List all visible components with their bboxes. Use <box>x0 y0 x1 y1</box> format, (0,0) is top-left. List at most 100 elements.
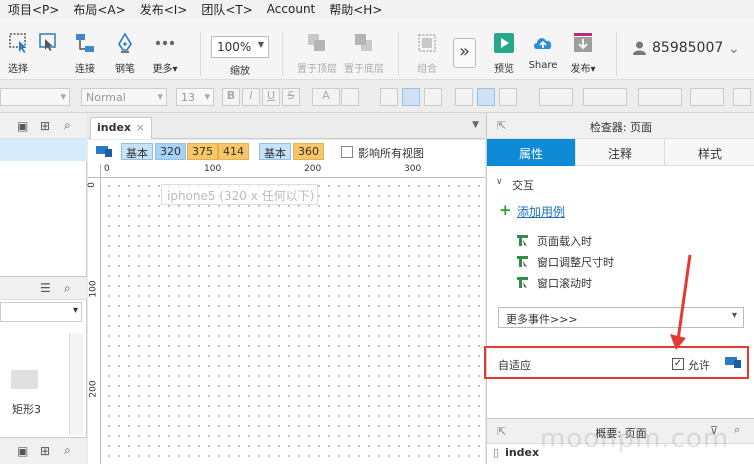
menu-bar: 项目<P> 布局<A> 发布<I> 团队<T> Account 帮助<H> <box>0 0 754 18</box>
user-account[interactable]: 85985007 <box>633 40 723 56</box>
bullet-list-button[interactable] <box>341 88 359 106</box>
zoom-label-wrap: 缩放 <box>230 66 250 77</box>
inspector-header: ⇱ 检查器: 页面 <box>487 113 754 139</box>
line-color-button[interactable] <box>638 88 682 106</box>
shadow-button[interactable] <box>583 88 627 106</box>
more-dots-icon <box>155 40 175 46</box>
outline-page-row[interactable]: ▯ index <box>493 446 539 459</box>
chevron-down-icon: ⌄ <box>728 41 740 57</box>
breakpoint-414[interactable]: 414 <box>218 143 249 160</box>
share-button[interactable]: Share <box>521 32 565 71</box>
strike-button[interactable]: S <box>282 88 300 106</box>
library-select[interactable] <box>0 302 82 322</box>
menu-layout[interactable]: 布局<A> <box>65 1 131 18</box>
adaptive-views-icon[interactable] <box>725 357 741 368</box>
bring-front-icon <box>308 34 325 51</box>
breakpoint-base[interactable]: 基本 <box>121 143 153 160</box>
tab-notes[interactable]: 注释 <box>576 139 665 166</box>
add-master-icon[interactable]: ▣ <box>17 444 28 458</box>
adaptive-label: 自适应 <box>498 359 531 372</box>
selected-page-row[interactable] <box>0 139 87 161</box>
red-annotation-arrow <box>670 254 692 350</box>
add-page-icon[interactable]: ▣ <box>17 119 28 133</box>
tab-index[interactable]: index × <box>90 117 152 139</box>
menu-publish[interactable]: 发布<I> <box>132 1 194 18</box>
font-family-select[interactable] <box>0 88 70 106</box>
more-events-select[interactable]: 更多事件>>> <box>498 307 744 328</box>
search-icon[interactable]: ⌕ <box>64 281 71 296</box>
tab-properties[interactable]: 属性 <box>487 139 576 166</box>
chevron-down-icon: ▼ <box>257 40 264 49</box>
libraries-toolbar: ☰ ⌕ <box>0 276 87 300</box>
add-folder-icon[interactable]: ⊞ <box>40 444 50 458</box>
font-style-select[interactable]: Normal <box>81 88 167 106</box>
group-button[interactable]: 组合 <box>405 32 449 75</box>
masters-toolbar: ▣ ⊞ ⌕ <box>0 437 87 464</box>
event-window-resize[interactable]: 窗口调整尺寸时 <box>516 254 614 270</box>
connector-icon <box>76 34 94 52</box>
underline-button[interactable]: U <box>262 88 280 106</box>
connect-tool[interactable]: 连接 <box>63 32 107 75</box>
ruler-corner <box>88 164 101 178</box>
search-icon[interactable]: ⌕ <box>64 443 71 458</box>
user-menu-chevron[interactable]: ⌄ <box>728 41 740 57</box>
design-canvas[interactable] <box>101 178 485 464</box>
menu-help[interactable]: 帮助<H> <box>321 1 388 18</box>
italic-button[interactable]: I <box>242 88 260 106</box>
italic-icon: I <box>249 89 253 102</box>
font-color-button[interactable]: A <box>312 88 340 106</box>
left-panel: ▣ ⊞ ⌕ ☰ ⌕ 矩形3 ▣ ⊞ ⌕ <box>0 113 87 464</box>
send-back-icon <box>355 34 372 51</box>
add-folder-icon[interactable]: ⊞ <box>40 119 50 133</box>
inspector-panel: ⇱ 检查器: 页面 属性 注释 样式 ∨ 交互 + 添加用例 页面载入时 窗口调… <box>484 113 754 464</box>
zoom-select[interactable]: 100% ▼ <box>211 36 269 58</box>
breakpoint-base-2[interactable]: 基本 <box>259 143 291 160</box>
line-width-button[interactable] <box>690 88 724 106</box>
event-window-scroll[interactable]: 窗口滚动时 <box>516 275 592 291</box>
font-size-select[interactable]: 13 <box>176 88 214 106</box>
pen-tool[interactable]: 钢笔 <box>103 32 147 75</box>
affect-all-views-checkbox[interactable] <box>341 146 353 158</box>
search-icon[interactable]: ⌕ <box>64 118 71 133</box>
menu-project[interactable]: 项目<P> <box>0 1 65 18</box>
library-scrollbar[interactable] <box>69 333 83 435</box>
add-case-link[interactable]: 添加用例 <box>517 203 565 220</box>
align-center-button[interactable] <box>402 88 420 106</box>
more-tools-button[interactable]: 更多▾ <box>143 32 187 75</box>
widget-rectangle-thumbnail[interactable] <box>11 370 38 389</box>
align-left-button[interactable] <box>380 88 398 106</box>
valign-middle-button[interactable] <box>477 88 495 106</box>
format-toolbar: Normal 13 B I U S A <box>0 80 754 113</box>
valign-top-button[interactable] <box>455 88 473 106</box>
adaptive-views-icon[interactable] <box>96 146 112 157</box>
device-size-label: iphone5 (320 x 任何以下) <box>161 184 318 205</box>
menu-icon[interactable]: ☰ <box>40 281 51 295</box>
menu-team[interactable]: 团队<T> <box>193 1 258 18</box>
publish-button[interactable]: 发布▾ <box>561 32 605 75</box>
user-icon <box>633 41 646 55</box>
search-icon[interactable]: ⌕ <box>734 423 740 437</box>
tab-style[interactable]: 样式 <box>665 139 754 166</box>
align-right-button[interactable] <box>424 88 442 106</box>
fill-color-button[interactable] <box>539 88 573 106</box>
affect-all-views-label: 影响所有视图 <box>358 147 424 160</box>
send-to-back-button[interactable]: 置于底层 <box>342 32 386 75</box>
bring-to-front-button[interactable]: 置于顶层 <box>295 32 339 75</box>
toolbar-divider <box>200 32 201 76</box>
breakpoint-320[interactable]: 320 <box>155 143 186 160</box>
line-style-button[interactable] <box>733 88 751 106</box>
toolbar-divider <box>398 32 399 76</box>
tab-list-chevron-icon[interactable]: ▼ <box>472 120 479 130</box>
menu-account[interactable]: Account <box>259 2 321 16</box>
publish-download-icon <box>574 33 592 52</box>
bold-button[interactable]: B <box>222 88 240 106</box>
breakpoint-360[interactable]: 360 <box>293 143 324 160</box>
close-icon[interactable]: × <box>136 121 145 134</box>
inspector-tabs: 属性 注释 样式 <box>487 139 754 166</box>
event-page-load[interactable]: 页面载入时 <box>516 233 592 249</box>
preview-button[interactable]: 预览 <box>482 32 526 75</box>
breakpoint-375[interactable]: 375 <box>187 143 218 160</box>
expand-toolbar-button[interactable]: » <box>453 38 476 68</box>
valign-bottom-button[interactable] <box>499 88 517 106</box>
chevron-down-icon[interactable]: ∨ <box>496 177 503 187</box>
